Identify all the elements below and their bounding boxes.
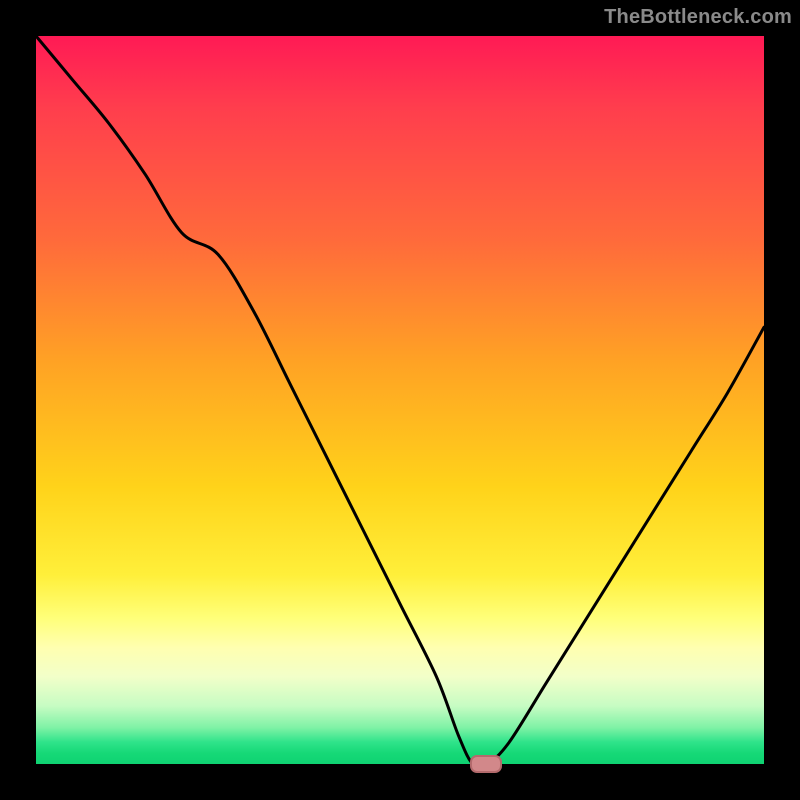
plot-area bbox=[36, 36, 764, 764]
optimal-point-marker bbox=[470, 755, 502, 773]
chart-container: TheBottleneck.com bbox=[0, 0, 800, 800]
watermark-text: TheBottleneck.com bbox=[604, 6, 792, 29]
bottleneck-curve bbox=[36, 36, 764, 764]
